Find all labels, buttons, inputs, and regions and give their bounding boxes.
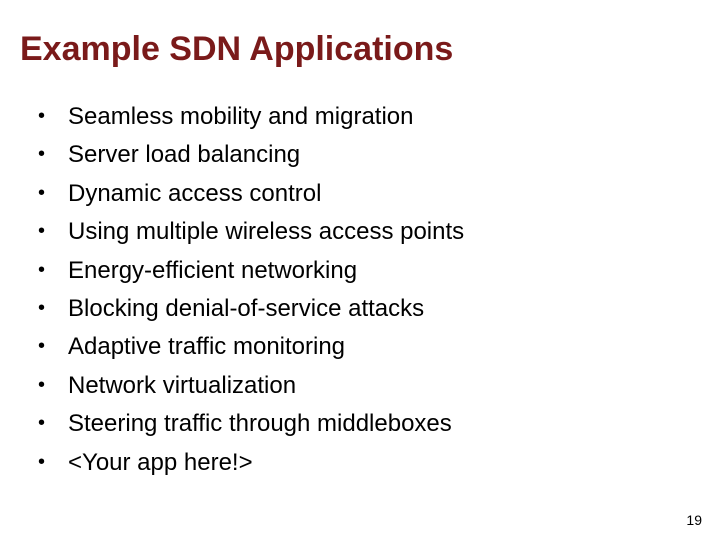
bullet-icon: • bbox=[38, 331, 62, 360]
list-item: • Seamless mobility and migration bbox=[38, 101, 700, 133]
bullet-text: Using multiple wireless access points bbox=[62, 216, 700, 248]
list-item: • Adaptive traffic monitoring bbox=[38, 331, 700, 363]
bullet-icon: • bbox=[38, 293, 62, 322]
bullet-icon: • bbox=[38, 370, 62, 399]
list-item: • Using multiple wireless access points bbox=[38, 216, 700, 248]
bullet-icon: • bbox=[38, 408, 62, 437]
bullet-icon: • bbox=[38, 255, 62, 284]
slide-container: Example SDN Applications • Seamless mobi… bbox=[0, 0, 720, 540]
slide-title: Example SDN Applications bbox=[20, 30, 700, 69]
bullet-text: Adaptive traffic monitoring bbox=[62, 331, 700, 363]
list-item: • Network virtualization bbox=[38, 370, 700, 402]
page-number: 19 bbox=[686, 512, 702, 528]
bullet-list: • Seamless mobility and migration • Serv… bbox=[20, 101, 700, 479]
bullet-icon: • bbox=[38, 101, 62, 130]
bullet-text: Dynamic access control bbox=[62, 178, 700, 210]
bullet-text: Network virtualization bbox=[62, 370, 700, 402]
list-item: • Server load balancing bbox=[38, 139, 700, 171]
bullet-icon: • bbox=[38, 139, 62, 168]
bullet-icon: • bbox=[38, 178, 62, 207]
bullet-text: <Your app here!> bbox=[62, 447, 700, 479]
list-item: • <Your app here!> bbox=[38, 447, 700, 479]
bullet-icon: • bbox=[38, 447, 62, 476]
list-item: • Dynamic access control bbox=[38, 178, 700, 210]
list-item: • Blocking denial-of-service attacks bbox=[38, 293, 700, 325]
list-item: • Steering traffic through middleboxes bbox=[38, 408, 700, 440]
bullet-text: Energy-efficient networking bbox=[62, 255, 700, 287]
bullet-text: Blocking denial-of-service attacks bbox=[62, 293, 700, 325]
bullet-text: Server load balancing bbox=[62, 139, 700, 171]
bullet-text: Seamless mobility and migration bbox=[62, 101, 700, 133]
list-item: • Energy-efficient networking bbox=[38, 255, 700, 287]
bullet-text: Steering traffic through middleboxes bbox=[62, 408, 700, 440]
bullet-icon: • bbox=[38, 216, 62, 245]
